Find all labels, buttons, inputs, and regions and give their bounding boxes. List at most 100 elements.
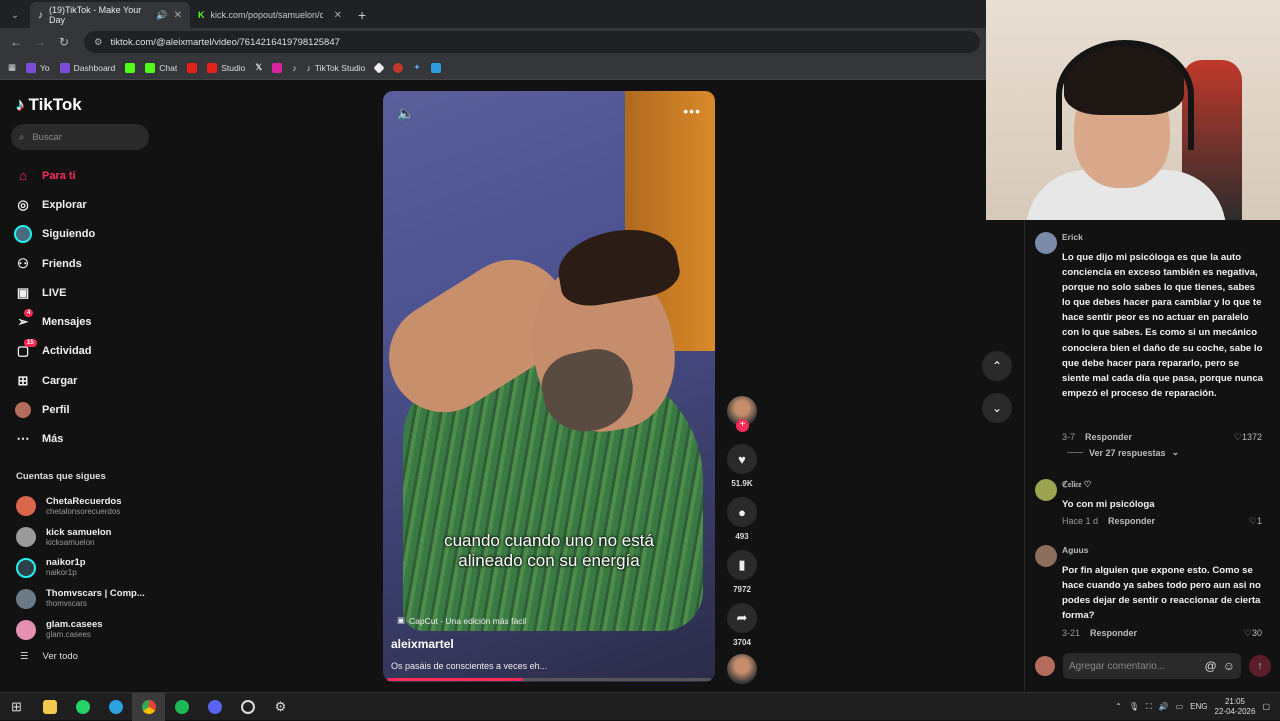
following-item[interactable]: Thomvscars | Comp... thomvscars [16, 583, 145, 614]
new-tab-button[interactable]: + [350, 7, 374, 28]
view-replies-button[interactable]: Ver 27 respuestas ⌄ [1067, 447, 1179, 458]
bookmark-kick[interactable] [125, 62, 136, 73]
follow-plus-icon[interactable]: + [736, 419, 749, 432]
share-action[interactable]: ➦ 3704 [726, 603, 758, 650]
chrome-icon[interactable] [132, 692, 165, 721]
nav-perfil[interactable]: Perfil [14, 395, 95, 424]
following-item[interactable]: glam.casees glam.casees [16, 614, 145, 645]
divider [1067, 452, 1083, 453]
following-item[interactable]: kick samuelon kicksamuelon [16, 522, 145, 553]
nav-explorar[interactable]: ◎ Explorar [14, 190, 95, 219]
previous-video-button[interactable]: ⌃ [982, 351, 1012, 381]
language-indicator[interactable]: ENG [1190, 702, 1207, 711]
tab-audio-icon[interactable]: 🔊 [156, 10, 167, 21]
comment-action[interactable]: ● 493 [726, 497, 758, 544]
comment-user[interactable]: ℭ𝔢𝔩𝔦𝔠𝔢 ♡ [1062, 479, 1091, 490]
nav-mas[interactable]: ⋯ Más [14, 425, 95, 454]
bookmark-studio[interactable]: Studio [207, 62, 245, 73]
comment-user[interactable]: Aguus [1062, 545, 1088, 555]
bookmark-icon[interactable]: ▮ [727, 550, 757, 580]
bookmark-instagram[interactable] [272, 62, 283, 73]
nav-mensajes[interactable]: ➢ 4 Mensajes [14, 307, 95, 336]
bookmark-misc-3[interactable]: ✦ [413, 62, 420, 73]
file-explorer-icon[interactable] [33, 693, 66, 721]
apps-grid-icon[interactable]: ▦ [8, 62, 16, 73]
reply-button[interactable]: Responder [1090, 628, 1137, 639]
bookmark-tiktok-studio[interactable]: ♪ TikTok Studio [306, 63, 365, 73]
search-input[interactable]: ⌕ Buscar [11, 124, 149, 150]
comment-user[interactable]: Erick [1062, 232, 1083, 242]
settings-icon[interactable]: ⚙ [264, 693, 297, 721]
video-progress-bar[interactable] [387, 678, 711, 681]
next-video-button[interactable]: ⌄ [982, 393, 1012, 423]
video-player[interactable]: 🔈 ••• cuando cuando uno no está alineado… [383, 91, 715, 682]
bookmark-chat[interactable]: Chat [145, 62, 177, 73]
following-item[interactable]: ChetaRecuerdos chetalonsorecuerdos [16, 491, 145, 522]
clock[interactable]: 21:05 22-04-2026 [1215, 697, 1256, 717]
reload-icon[interactable]: ↻ [52, 35, 76, 49]
site-info-icon[interactable]: ⚙ [94, 37, 103, 48]
comment-input[interactable]: Agregar comentario... @ ☺ [1063, 653, 1241, 679]
battery-icon[interactable]: ▭ [1176, 702, 1184, 711]
mention-icon[interactable]: @ [1205, 659, 1217, 673]
tiktok-logo[interactable]: ♪ TikTok [16, 95, 82, 115]
bookmark-misc-1[interactable] [373, 61, 386, 74]
bookmark-misc-4[interactable] [430, 62, 441, 73]
avatar[interactable] [1035, 479, 1057, 501]
reply-button[interactable]: Responder [1085, 432, 1132, 443]
save-action[interactable]: ▮ 7972 [726, 550, 758, 597]
nav-cargar[interactable]: ⊞ Cargar [14, 366, 95, 395]
obs-icon[interactable] [231, 693, 264, 721]
video-author[interactable]: aleixmartel [391, 637, 454, 651]
volume-icon[interactable]: 🔊 [1159, 702, 1169, 711]
tab-close-icon[interactable]: ✕ [174, 10, 182, 21]
comment-like-button[interactable]: ♡1 [1249, 516, 1262, 527]
forward-icon[interactable]: → [28, 35, 52, 49]
bookmark-youtube[interactable] [187, 62, 198, 73]
avatar[interactable] [1035, 232, 1057, 254]
comment-like-button[interactable]: ♡30 [1244, 628, 1262, 639]
reply-button[interactable]: Responder [1108, 516, 1155, 527]
bookmark-x[interactable]: 𝕏 [255, 62, 262, 73]
nav-friends[interactable]: ⚇ Friends [14, 249, 95, 278]
whatsapp-icon[interactable] [66, 693, 99, 721]
tab-kick[interactable]: K kick.com/popout/samuelon/ch ✕ [190, 2, 350, 28]
avatar[interactable] [1035, 545, 1057, 567]
nav-live[interactable]: ▣ LIVE [14, 278, 95, 307]
video-more-icon[interactable]: ••• [683, 103, 701, 119]
network-icon[interactable]: ⛶ [1146, 702, 1152, 712]
bookmark-tiktok[interactable]: ♪ [292, 63, 296, 73]
tab-search-icon[interactable]: ⌄ [4, 4, 26, 26]
microphone-icon[interactable]: 🎙 [1129, 702, 1139, 711]
tab-close-icon[interactable]: ✕ [334, 10, 342, 21]
following-item[interactable]: naikor1p naikor1p [16, 553, 145, 584]
comment-icon[interactable]: ● [727, 497, 757, 527]
telegram-icon[interactable] [99, 693, 132, 721]
like-action[interactable]: ♥ 51.9K [726, 444, 758, 491]
nav-siguiendo[interactable]: Siguiendo [14, 220, 95, 249]
capcut-tag[interactable]: ▣ CapCut - Una edición más fácil [397, 615, 526, 626]
back-icon[interactable]: ← [4, 35, 28, 49]
spotify-icon[interactable] [165, 693, 198, 721]
music-disc[interactable] [726, 654, 758, 684]
tab-tiktok[interactable]: ♪ (19)TikTok - Make Your Day 🔊 ✕ [30, 2, 190, 28]
heart-icon[interactable]: ♥ [727, 444, 757, 474]
windows-start-icon[interactable]: ⊞ [0, 693, 33, 721]
url-bar[interactable]: ⚙ tiktok.com/@aleixmartel/video/76142164… [84, 31, 980, 53]
comment-like-button[interactable]: ♡1372 [1234, 432, 1262, 443]
emoji-icon[interactable]: ☺ [1223, 659, 1235, 673]
nav-para-ti[interactable]: ⌂ Para ti [14, 161, 95, 190]
send-comment-button[interactable]: ↑ [1249, 655, 1271, 677]
bookmark-misc-2[interactable] [393, 62, 404, 73]
tray-overflow-icon[interactable]: ⌃ [1115, 702, 1122, 711]
see-all-link[interactable]: ☰ Ver todo [20, 651, 78, 662]
bookmark-yo[interactable]: Yo [26, 62, 50, 73]
share-icon[interactable]: ➦ [727, 603, 757, 633]
notifications-icon[interactable]: ▢ [1262, 702, 1270, 711]
volume-icon[interactable]: 🔈 [397, 105, 414, 122]
creator-avatar-action[interactable]: + [726, 396, 758, 432]
instagram-icon [272, 62, 283, 73]
nav-actividad[interactable]: ▢ 15 Actividad [14, 337, 95, 366]
discord-icon[interactable] [198, 693, 231, 721]
bookmark-dashboard[interactable]: Dashboard [59, 62, 115, 73]
